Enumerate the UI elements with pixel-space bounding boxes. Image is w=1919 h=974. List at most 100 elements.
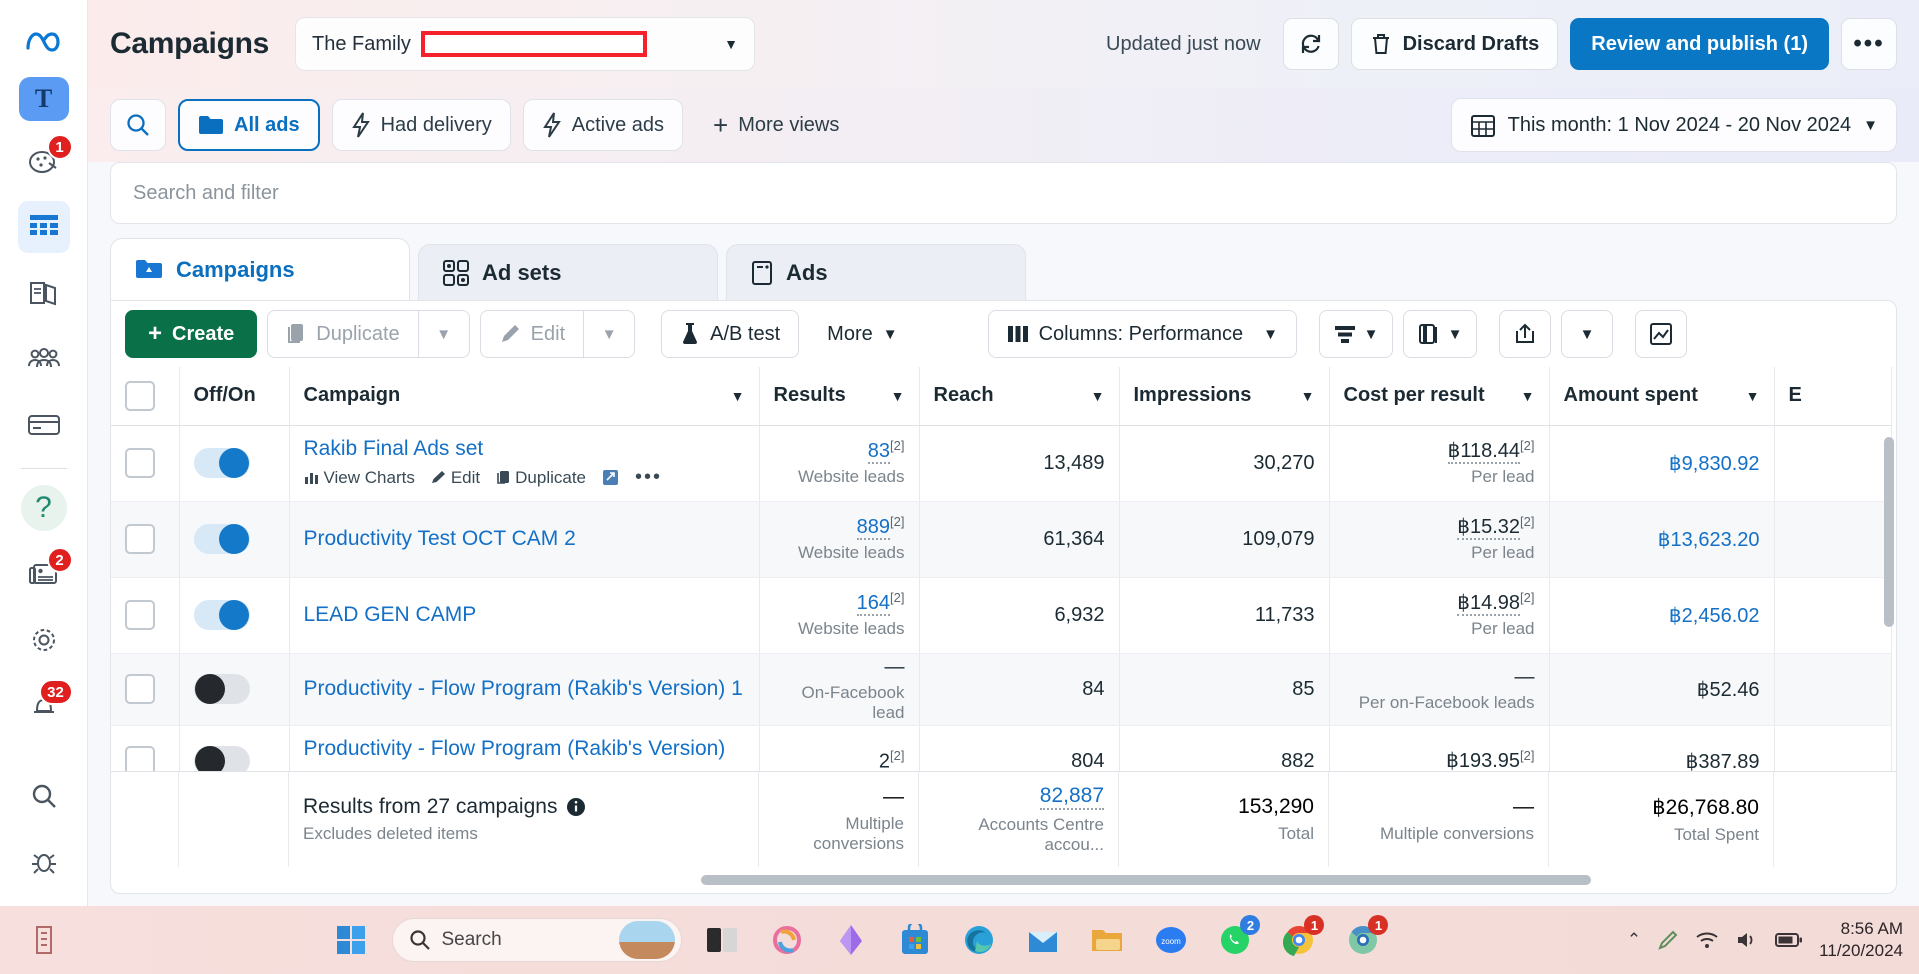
row-toggle[interactable] [193,600,250,630]
sidebar-item-campaigns[interactable] [17,201,70,253]
copilot-button[interactable] [764,917,810,963]
row-toggle[interactable] [193,524,250,554]
sidebar-item-news[interactable]: 2 [18,547,73,600]
chevron-down-icon[interactable]: ▼ [1091,388,1105,404]
taskbar-clock[interactable]: 8:56 AM 11/20/2024 [1819,918,1903,962]
export-button[interactable] [1499,310,1551,358]
horizontal-scrollbar[interactable] [111,875,1896,889]
account-selector[interactable]: The Family ▼ [295,17,756,71]
results-value[interactable]: 164 [856,592,891,617]
task-view-button[interactable] [700,917,746,963]
column-header-campaign[interactable]: Campaign ▼ [289,367,760,426]
taskbar-search[interactable]: Search [392,918,683,962]
row-checkbox[interactable] [125,448,155,478]
wifi-icon[interactable] [1695,930,1719,950]
more-views-button[interactable]: + More views [695,99,857,151]
chevron-down-icon[interactable]: ▼ [1521,388,1535,404]
zoom-button[interactable]: zoom [1148,917,1194,963]
edit-button[interactable]: Edit [479,310,584,358]
edit-dropdown[interactable]: ▼ [583,310,636,358]
view-active-ads[interactable]: Active ads [522,99,684,151]
column-header-results[interactable]: Results ▼ [759,367,920,426]
campaign-name-link[interactable]: Productivity Test OCT CAM 2 [304,527,745,551]
volume-icon[interactable] [1735,930,1759,950]
row-checkbox[interactable] [125,674,155,704]
sidebar-item-search[interactable] [18,770,70,822]
whatsapp-button[interactable]: 2 [1212,915,1261,963]
mail-button[interactable] [1020,917,1066,963]
date-range-picker[interactable]: This month: 1 Nov 2024 - 20 Nov 2024 ▼ [1450,98,1897,152]
pen-icon[interactable] [1657,929,1679,951]
tab-ad-sets[interactable]: Ad sets [418,244,718,300]
chevron-up-icon[interactable]: ⌃ [1627,930,1641,950]
sidebar-item-billing[interactable] [18,399,70,451]
file-explorer-button[interactable] [1084,917,1130,963]
view-charts-action[interactable]: View Charts [304,468,415,488]
row-checkbox[interactable] [125,524,155,554]
row-overflow-action[interactable]: ••• [635,466,662,489]
select-all-checkbox[interactable] [125,380,155,411]
column-header-impressions[interactable]: Impressions ▼ [1119,367,1330,426]
row-amount-spent-cell[interactable]: ฿2,456.02 [1549,577,1775,654]
column-header-amount-spent[interactable]: Amount spent ▼ [1549,367,1775,426]
results-value[interactable]: 83 [867,440,891,465]
microsoft-store-button[interactable] [892,917,938,963]
column-header-cost-per-result[interactable]: Cost per result ▼ [1329,367,1550,426]
tab-campaigns[interactable]: Campaigns [110,238,410,300]
results-value[interactable]: 889 [856,516,891,541]
campaign-name-link[interactable]: LEAD GEN CAMP [304,603,745,627]
tab-ads[interactable]: Ads [726,244,1026,300]
campaign-name-link[interactable]: Rakib Final Ads set [304,437,745,461]
duplicate-dropdown[interactable]: ▼ [417,310,470,358]
table-row[interactable]: Rakib Final Ads set View Charts Edit Dup… [111,425,1892,502]
battery-icon[interactable] [1775,931,1803,949]
horizontal-scrollbar-thumb[interactable] [701,875,1591,885]
chevron-down-icon[interactable]: ▼ [1746,388,1760,404]
row-duplicate-action[interactable]: Duplicate [496,468,586,488]
search-views-button[interactable] [110,99,166,151]
table-row[interactable]: Productivity Test OCT CAM 2 889[2] Websi… [111,501,1892,578]
view-all-ads[interactable]: All ads [178,99,320,151]
review-and-publish-button[interactable]: Review and publish (1) [1570,18,1829,70]
start-button[interactable] [328,917,374,963]
campaign-name-link[interactable]: Productivity - Flow Program (Rakib's Ver… [304,677,745,701]
search-and-filter-bar[interactable]: Search and filter [110,162,1897,224]
summary-reach[interactable]: 82,887 [1039,784,1104,810]
breakdown-button[interactable]: ▼ [1319,310,1393,358]
table-row[interactable]: Productivity - Flow Program (Rakib's Ver… [111,653,1892,726]
chrome-beta-button[interactable]: 1 [1340,915,1389,963]
column-header-ends[interactable]: E [1774,367,1892,426]
export-dropdown[interactable]: ▼ [1561,310,1613,358]
sidebar-item-debug[interactable] [18,836,70,888]
sidebar-item-settings[interactable] [18,614,70,666]
row-amount-spent-cell[interactable]: ฿9,830.92 [1549,425,1775,502]
header-overflow-button[interactable]: ••• [1841,18,1897,70]
row-amount-spent-cell[interactable]: ฿13,623.20 [1549,501,1775,578]
sidebar-item-ads-manager[interactable]: 1 [18,134,73,187]
meta-logo[interactable] [24,14,64,70]
column-header-reach[interactable]: Reach ▼ [919,367,1120,426]
duplicate-button[interactable]: Duplicate [267,310,418,358]
sidebar-item-help[interactable]: ? [18,482,70,534]
sidebar-item-library[interactable] [18,267,70,319]
table-row[interactable]: LEAD GEN CAMP 164[2] Website leads 6,932… [111,577,1892,654]
chevron-down-icon[interactable]: ▼ [731,388,745,404]
view-had-delivery[interactable]: Had delivery [331,99,511,151]
ab-test-button[interactable]: A/B test [661,310,800,358]
chevron-down-icon[interactable]: ▼ [1301,388,1315,404]
row-checkbox[interactable] [125,600,155,630]
columns-button[interactable]: Columns: Performance ▼ [987,310,1297,358]
chevron-down-icon[interactable]: ▼ [891,388,905,404]
account-avatar[interactable]: T [18,77,69,121]
more-actions-button[interactable]: More ▼ [809,310,916,358]
refresh-button[interactable] [1282,18,1339,70]
create-button[interactable]: + Create [125,310,258,358]
edge-button[interactable] [956,917,1002,963]
vertical-scrollbar[interactable] [1884,437,1894,627]
discard-drafts-button[interactable]: Discard Drafts [1350,18,1559,70]
sidebar-item-notifications[interactable]: 32 [18,679,73,732]
reports-button[interactable]: ▼ [1403,310,1477,358]
chrome-button[interactable]: 1 [1276,915,1325,963]
row-edit-action[interactable]: Edit [431,468,480,488]
row-open-action[interactable] [602,469,619,486]
